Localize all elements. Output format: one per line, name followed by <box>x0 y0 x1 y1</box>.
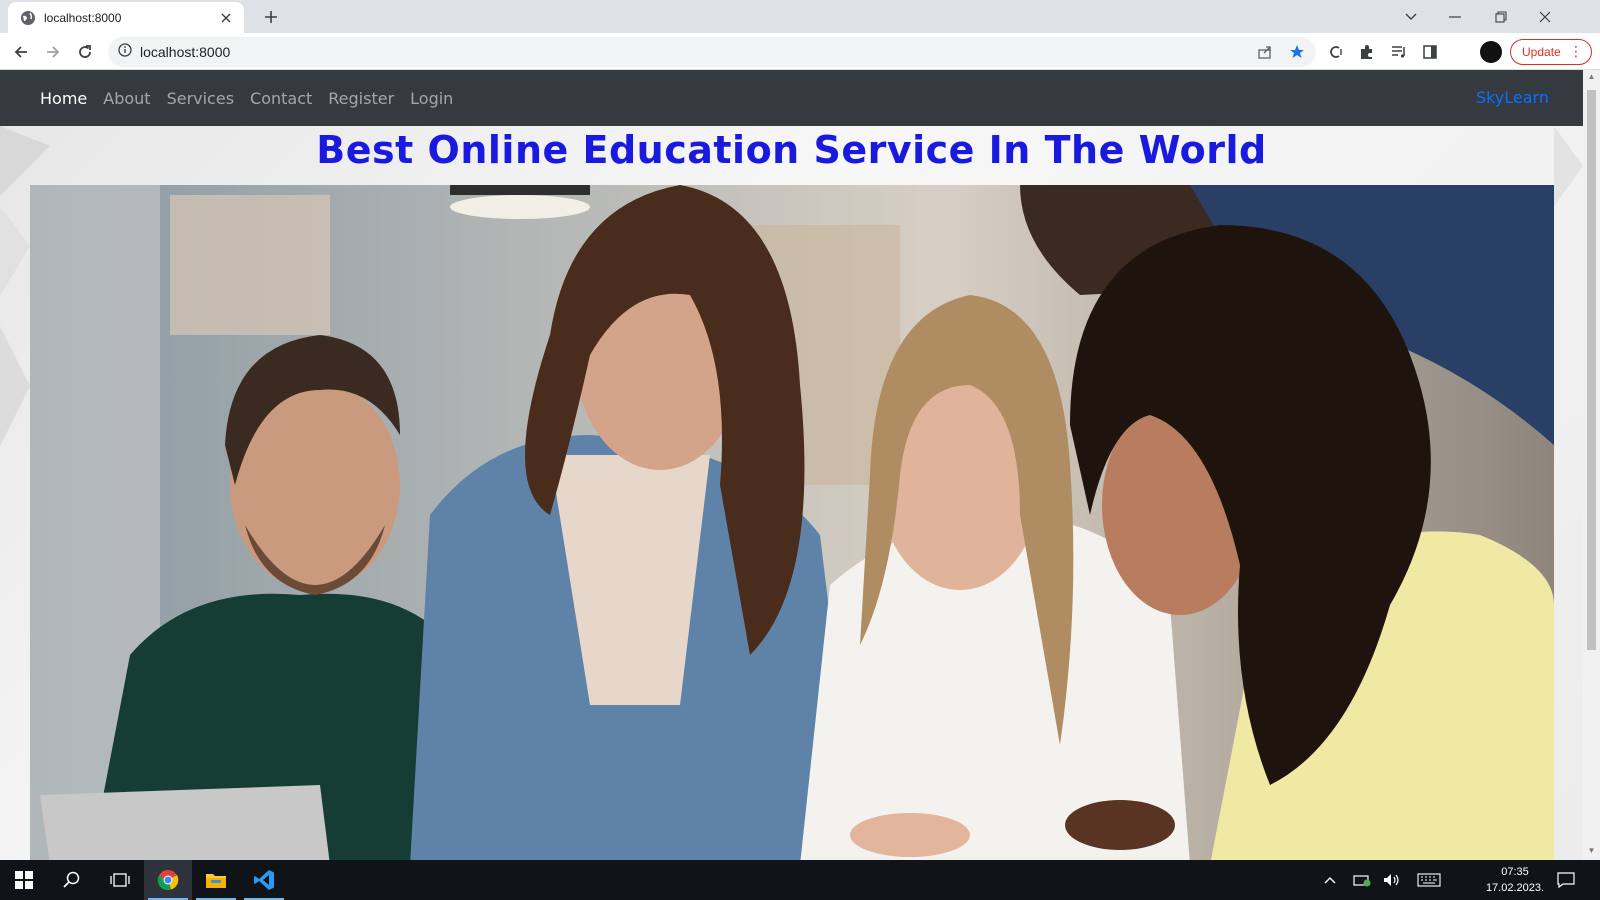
tab-close-icon[interactable] <box>218 10 234 26</box>
file-explorer-icon[interactable] <box>192 860 240 900</box>
hero-photo <box>30 185 1554 860</box>
reload-icon[interactable] <box>72 39 98 65</box>
chrome-taskbar-icon[interactable] <box>144 860 192 900</box>
nav-login[interactable]: Login <box>410 89 453 108</box>
side-panel-icon[interactable] <box>1419 41 1441 63</box>
site-navbar: Home About Services Contact Register Log… <box>0 70 1583 126</box>
browser-tab[interactable]: localhost:8000 <box>8 2 244 33</box>
scroll-up-icon[interactable]: ▲ <box>1587 72 1596 82</box>
back-arrow-icon[interactable] <box>8 39 34 65</box>
new-tab-icon[interactable] <box>260 6 282 28</box>
tab-title: localhost:8000 <box>44 10 122 25</box>
minimize-icon[interactable] <box>1432 0 1478 33</box>
tab-search-chevron-icon[interactable] <box>1388 0 1434 33</box>
windows-taskbar: 07:35 17.02.2023. <box>0 860 1600 900</box>
scroll-thumb[interactable] <box>1587 90 1596 650</box>
update-button[interactable]: Update ⋮ <box>1510 39 1592 65</box>
hero-photo-illustration <box>30 185 1554 860</box>
nav-services[interactable]: Services <box>167 89 234 108</box>
site-brand[interactable]: SkyLearn <box>1476 88 1549 107</box>
extension-c-icon[interactable] <box>1325 41 1347 63</box>
nav-register[interactable]: Register <box>328 89 394 108</box>
nav-contact[interactable]: Contact <box>250 89 312 108</box>
volume-icon[interactable] <box>1382 870 1402 890</box>
restore-icon[interactable] <box>1478 0 1524 33</box>
extensions-puzzle-icon[interactable] <box>1356 41 1378 63</box>
nav-about[interactable]: About <box>103 89 150 108</box>
tab-strip: localhost:8000 <box>0 0 1600 33</box>
search-icon[interactable] <box>48 860 96 900</box>
globe-icon <box>20 10 36 26</box>
update-label: Update <box>1522 45 1561 59</box>
system-clock[interactable]: 07:35 17.02.2023. <box>1480 864 1550 896</box>
profile-avatar[interactable] <box>1480 41 1502 63</box>
keyboard-icon[interactable] <box>1416 870 1442 890</box>
address-bar[interactable]: localhost:8000 <box>108 37 1316 67</box>
page-scrollbar[interactable]: ▲ ▼ <box>1583 70 1600 860</box>
nav-home[interactable]: Home <box>40 89 87 108</box>
windows-start-icon[interactable] <box>0 860 48 900</box>
window-close-icon[interactable] <box>1522 0 1568 33</box>
url-text: localhost:8000 <box>140 44 231 60</box>
page-viewport: Home About Services Contact Register Log… <box>0 70 1583 860</box>
share-icon[interactable] <box>1254 41 1276 63</box>
network-icon[interactable] <box>1352 870 1372 890</box>
clock-date: 17.02.2023. <box>1485 882 1545 894</box>
task-view-icon[interactable] <box>96 860 144 900</box>
vscode-icon[interactable] <box>240 860 288 900</box>
forward-arrow-icon[interactable] <box>40 39 66 65</box>
notification-icon[interactable] <box>1556 870 1576 890</box>
scroll-down-icon[interactable]: ▼ <box>1587 846 1596 856</box>
clock-time: 07:35 <box>1501 866 1529 878</box>
media-queue-icon[interactable] <box>1388 41 1410 63</box>
chevron-up-icon[interactable] <box>1320 870 1340 890</box>
site-info-icon[interactable] <box>118 42 132 62</box>
page-headline: Best Online Education Service In The Wor… <box>316 128 1267 172</box>
menu-dots-icon[interactable]: ⋮ <box>1569 44 1583 58</box>
browser-toolbar: localhost:8000 <box>0 33 1600 70</box>
bookmark-star-icon[interactable] <box>1286 41 1308 63</box>
